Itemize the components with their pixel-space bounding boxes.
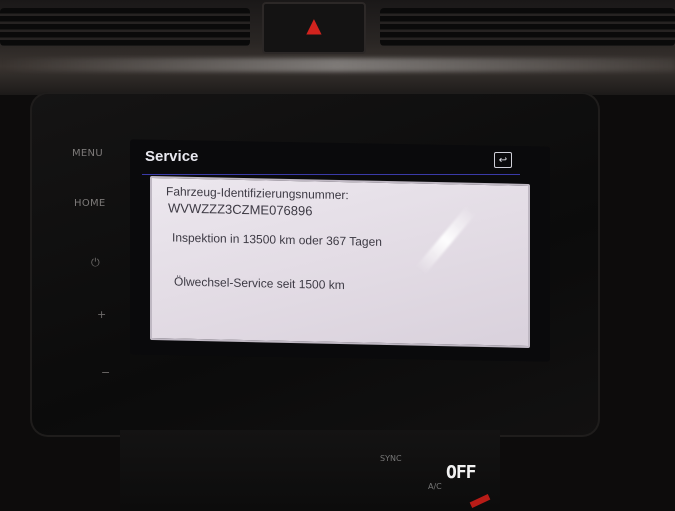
temperature-display: OFF [446, 462, 476, 483]
oil-service-text: Ölwechsel-Service seit 1500 km [174, 274, 345, 293]
back-button[interactable]: ↩ [494, 152, 512, 168]
back-arrow-icon: ↩ [498, 154, 508, 166]
hazard-triangle-icon: ▲ [306, 13, 322, 37]
sync-button[interactable]: SYNC [380, 454, 402, 463]
volume-down-icon[interactable]: − [101, 366, 110, 379]
hazard-button[interactable]: ▲ [300, 12, 328, 38]
service-info-panel: Fahrzeug-Identifizierungsnummer: WVWZZZ3… [150, 176, 530, 348]
menu-button[interactable]: MENU [72, 148, 103, 159]
home-button[interactable]: HOME [74, 198, 106, 209]
inspection-text: Inspektion in 13500 km oder 367 Tagen [172, 230, 382, 249]
ac-button[interactable]: A/C [428, 482, 442, 491]
volume-up-icon[interactable]: + [97, 308, 106, 321]
screen-header [142, 148, 520, 175]
right-air-vent[interactable] [380, 8, 675, 46]
vin-label: Fahrzeug-Identifizierungsnummer: [166, 184, 349, 203]
climate-control-panel [120, 430, 500, 511]
left-air-vent[interactable] [0, 8, 250, 46]
trim-reflection [0, 58, 675, 72]
page-title: Service [145, 148, 199, 165]
power-icon[interactable]: ⏻ [91, 256, 100, 270]
vin-value: WVWZZZ3CZME076896 [168, 200, 313, 219]
